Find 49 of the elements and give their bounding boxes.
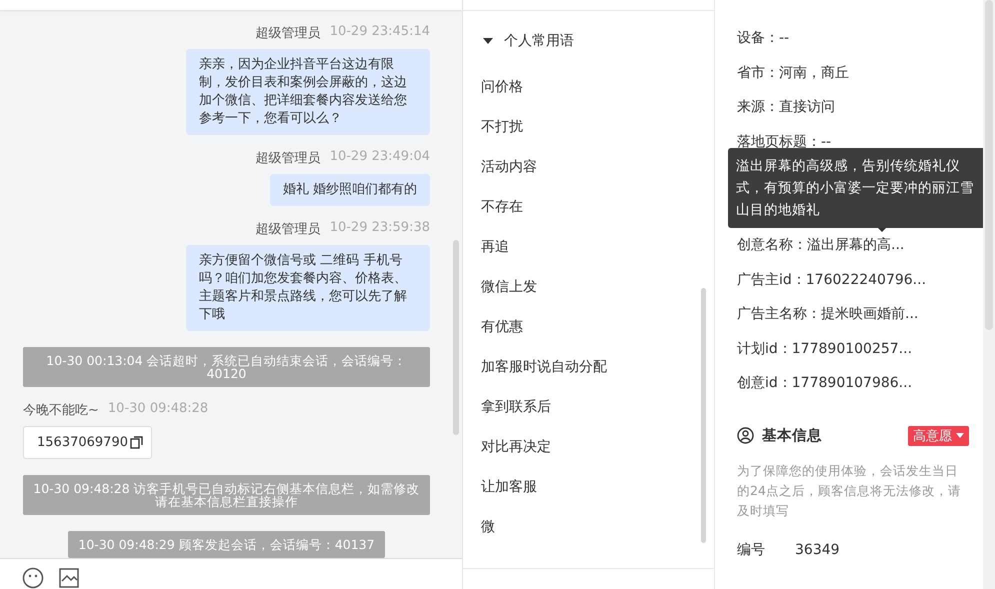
phrase-item[interactable]: 活动内容 xyxy=(481,147,537,187)
scrollbar[interactable] xyxy=(701,288,706,543)
phrase-item[interactable]: 微信上发 xyxy=(481,267,537,307)
phrase-item[interactable]: 问价格 xyxy=(481,67,523,107)
info-row-text: 设备：-- xyxy=(737,29,790,48)
copy-icon[interactable] xyxy=(130,436,143,449)
sender-name: 超级管理员 xyxy=(256,150,321,167)
phrase-item[interactable]: 不存在 xyxy=(481,187,523,227)
message-time: 10-29 23:45:14 xyxy=(330,24,430,41)
phrase-item[interactable]: 让加客服 xyxy=(481,467,537,507)
phrase-item[interactable]: 对比再决定 xyxy=(481,427,551,467)
caret-icon xyxy=(956,433,964,438)
system-notice: 10-30 09:48:28 访客手机号已自动标记右侧基本信息栏，如需修改请在基本信息栏直接操作 xyxy=(23,475,430,515)
image-icon[interactable] xyxy=(58,567,80,589)
info-row-text: 省市：河南，商丘 xyxy=(737,64,849,82)
info-row-text: 创意id：177890107986... xyxy=(737,374,912,393)
info-row-text: 广告主id：176022240796... xyxy=(737,270,926,290)
caret-icon[interactable] xyxy=(482,37,494,45)
phrase-item[interactable]: 再追 xyxy=(481,227,509,267)
field-value: 36349 xyxy=(795,542,840,558)
message-bubble: 婚礼 婚纱照咱们都有的 xyxy=(270,174,430,206)
phrase-item[interactable]: 有优惠 xyxy=(481,307,523,347)
message-time: 10-29 23:59:38 xyxy=(330,220,430,237)
emoji-icon[interactable] xyxy=(22,567,44,589)
field-label: 编号 xyxy=(737,540,765,558)
system-notice: 10-30 09:48:29 顾客发起会话，会话编号：40137 xyxy=(68,531,385,558)
info-row-text: 创意名称：溢出屏幕的高... xyxy=(737,236,904,255)
phrase-group-title[interactable]: 个人常用语 xyxy=(504,32,574,50)
message-bubble: 亲方便留个微信号或 二维码 手机号吗？咱们加您发套餐内容、价格表、主题客片和景点路线，您可以先了解下哦 xyxy=(186,245,430,331)
phrase-item[interactable]: 加客服时说自动分配 xyxy=(481,347,607,387)
sender-name: 超级管理员 xyxy=(256,25,321,42)
info-row-text: 广告主名称：提米映画婚前... xyxy=(737,305,918,324)
phrase-item[interactable]: 微 xyxy=(481,507,495,547)
info-row-text: 计划id：177890100257... xyxy=(737,340,912,358)
sender-name: 今晚不能吃~ xyxy=(23,402,99,419)
scrollbar[interactable] xyxy=(453,240,459,435)
phone-number: 15637069790 xyxy=(37,435,128,450)
section-title: 基本信息 xyxy=(762,426,822,445)
message-time: 10-30 09:48:28 xyxy=(108,401,208,418)
sender-name: 超级管理员 xyxy=(256,221,321,238)
intent-tag[interactable]: 高意愿 xyxy=(908,426,969,446)
phrase-item[interactable]: 拿到联系后 xyxy=(481,387,551,427)
system-notice: 10-30 00:13:04 会话超时，系统已自动结束会话，会话编号：40120 xyxy=(23,347,430,387)
message-bubble: 亲亲，因为企业抖音平台这边有限制，发价目表和案例会屏蔽的，这边加个微信、把详细套餐内容发送给您参考一下，您看可以么？ xyxy=(186,49,430,135)
notice-text: 为了保障您的使用体验，会话发生当日的24点之后，顾客信息将无法修改，请及时填写 xyxy=(737,462,962,520)
info-row-text: 来源：直接访问 xyxy=(737,98,835,117)
phrase-item[interactable]: 不打扰 xyxy=(481,107,523,147)
message-time: 10-29 23:49:04 xyxy=(330,149,430,166)
user-icon xyxy=(737,427,754,444)
